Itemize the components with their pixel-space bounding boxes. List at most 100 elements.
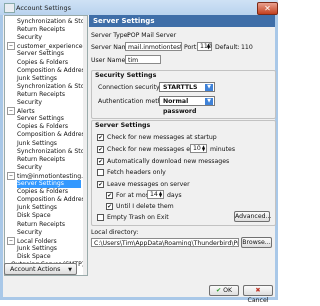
tree-item[interactable]: Synchronization & Stor... [17, 18, 87, 26]
tree-item-label: Server Settings [17, 115, 64, 123]
tree-item[interactable]: − Local Folders [7, 236, 81, 245]
tree-item-label: Return Receipts [17, 26, 66, 34]
auto-download-checkbox[interactable] [97, 158, 104, 165]
port-stepper[interactable]: 110 ▲ ▼ [197, 42, 212, 51]
user-name-input[interactable]: tim [125, 55, 161, 64]
tree-item[interactable]: Copies & Folders [17, 59, 81, 67]
tree-item[interactable]: Return Receipts [17, 221, 81, 229]
tree-item[interactable]: −customer_experience@in... [7, 42, 87, 51]
tree-item[interactable]: Junk Settings [17, 75, 81, 83]
tree-item[interactable]: Disk Space [17, 253, 81, 261]
tree-item-label: Copies & Folders [17, 188, 69, 196]
collapse-toggle-icon[interactable]: − [7, 236, 15, 245]
ok-button[interactable]: ✔ OK [209, 285, 239, 296]
check-every-checkbox[interactable] [97, 146, 104, 153]
tree-item[interactable]: Security [17, 34, 81, 42]
tree-item-label: customer_experience@in... [17, 43, 87, 51]
fetch-headers-checkbox[interactable] [97, 169, 104, 176]
tree-item[interactable]: Synchronization & Stor... [17, 83, 87, 91]
close-icon: ✕ [264, 4, 271, 13]
cancel-icon: ✖ [255, 287, 261, 294]
server-type-value: POP Mail Server [127, 32, 177, 39]
chevron-down-icon: ▼ [205, 84, 213, 91]
tree-item-label: Copies & Folders [17, 58, 69, 66]
tree-item[interactable]: Copies & Folders [17, 123, 81, 131]
tree-item[interactable]: Return Receipts [17, 156, 81, 164]
tree-item[interactable]: Security [17, 229, 81, 237]
tree-item-label: Local Folders [17, 237, 57, 245]
tree-item[interactable]: − Alerts [7, 107, 81, 116]
tree-item[interactable]: Junk Settings [17, 204, 81, 212]
until-deleted-label: Until I delete them [116, 203, 174, 210]
connection-security-select[interactable]: STARTTLS ▼ [159, 82, 215, 92]
auto-download-label: Automatically download new messages [107, 158, 230, 165]
tree-item[interactable]: Copies & Folders [17, 188, 81, 196]
days-stepper[interactable]: 14 ▲ ▼ [147, 190, 164, 199]
title-bar: Account Settings ✕ [0, 0, 278, 15]
spin-down-icon[interactable]: ▼ [201, 148, 206, 152]
account-actions-button[interactable]: Account Actions ▼ [4, 263, 77, 275]
advanced-button[interactable]: Advanced... [234, 211, 271, 222]
tree-item-label: Composition & Address... [17, 131, 88, 139]
auth-method-value: Normal password [163, 98, 197, 115]
tree-item[interactable]: Server Settings [17, 115, 81, 123]
tree-item[interactable]: Synchronization & Stor... [17, 148, 87, 156]
empty-trash-checkbox[interactable] [97, 214, 104, 221]
collapse-toggle-icon[interactable]: − [7, 42, 15, 51]
tree-item-label: Junk Settings [17, 139, 57, 147]
tree-item-label: Synchronization & Stor... [17, 82, 88, 90]
tree-item[interactable]: Composition & Address... [17, 131, 87, 139]
for-at-most-checkbox[interactable] [106, 192, 113, 199]
local-directory-label: Local directory: [91, 229, 139, 236]
default-label: Default: [215, 44, 240, 51]
tree-item-label: Junk Settings [17, 244, 57, 252]
minutes-label: minutes [210, 146, 236, 153]
local-directory-input[interactable]: C:\Users\Tim\AppData\Roaming\Thunderbird… [91, 238, 239, 247]
tree-item-label: Security [17, 34, 43, 42]
tree-item[interactable]: Server Settings [17, 180, 81, 188]
tree-item[interactable]: Composition & Address... [17, 67, 87, 75]
spin-down-icon[interactable]: ▼ [158, 194, 163, 198]
tree-item-label: Disk Space [17, 252, 51, 260]
check-startup-checkbox[interactable] [97, 134, 104, 141]
checkmark-icon: ✔ [215, 287, 222, 294]
leave-on-server-checkbox[interactable] [97, 181, 104, 188]
tree-item[interactable]: Security [17, 164, 81, 172]
tree-item-label: Return Receipts [17, 155, 66, 163]
server-settings-title: Server Settings [95, 122, 151, 129]
tree-item[interactable]: Return Receipts [17, 26, 81, 34]
tree-item[interactable]: Junk Settings [17, 140, 81, 148]
check-interval-stepper[interactable]: 10 ▲ ▼ [190, 144, 207, 153]
ok-label: OK [223, 287, 233, 294]
collapse-toggle-icon[interactable]: − [7, 171, 15, 180]
tree-item[interactable]: Server Settings [17, 50, 81, 58]
browse-button[interactable]: Browse... [241, 237, 272, 248]
security-settings-title: Security Settings [95, 72, 157, 79]
tree-item[interactable]: Return Receipts [17, 91, 81, 99]
tree-item[interactable]: Security [17, 99, 81, 107]
auth-method-select[interactable]: Normal password ▼ [159, 96, 215, 115]
connection-security-value: STARTTLS [163, 84, 198, 91]
until-deleted-checkbox[interactable] [106, 203, 113, 210]
window-title: Account Settings [16, 4, 71, 12]
tree-scrollbar[interactable] [83, 16, 87, 275]
cancel-button[interactable]: ✖ Cancel [243, 285, 273, 304]
tree-item[interactable]: −tim@inmotiontesting.com [7, 171, 87, 180]
panel-header: Server Settings [89, 15, 275, 27]
check-interval-value: 10 [193, 145, 201, 152]
tree-item-label: Junk Settings [17, 204, 57, 212]
server-type-label: Server Type: [91, 32, 130, 39]
tree-item-label: Server Settings [17, 180, 64, 187]
tree-item[interactable]: Disk Space [17, 212, 81, 220]
close-button[interactable]: ✕ [257, 2, 278, 15]
app-icon [4, 3, 15, 13]
server-name-input[interactable]: mail.inmotiontesting [125, 42, 182, 51]
cancel-label: Cancel [247, 297, 269, 304]
days-value: 14 [150, 191, 158, 198]
tree-item[interactable]: Composition & Address... [17, 196, 87, 204]
tree-item[interactable]: Junk Settings [17, 245, 81, 253]
tree-item-label: Security [17, 228, 43, 236]
account-settings-window: Account Settings ✕ Synchronization & Sto… [0, 0, 278, 304]
collapse-toggle-icon[interactable]: − [7, 107, 15, 116]
spin-down-icon[interactable]: ▼ [206, 46, 211, 50]
